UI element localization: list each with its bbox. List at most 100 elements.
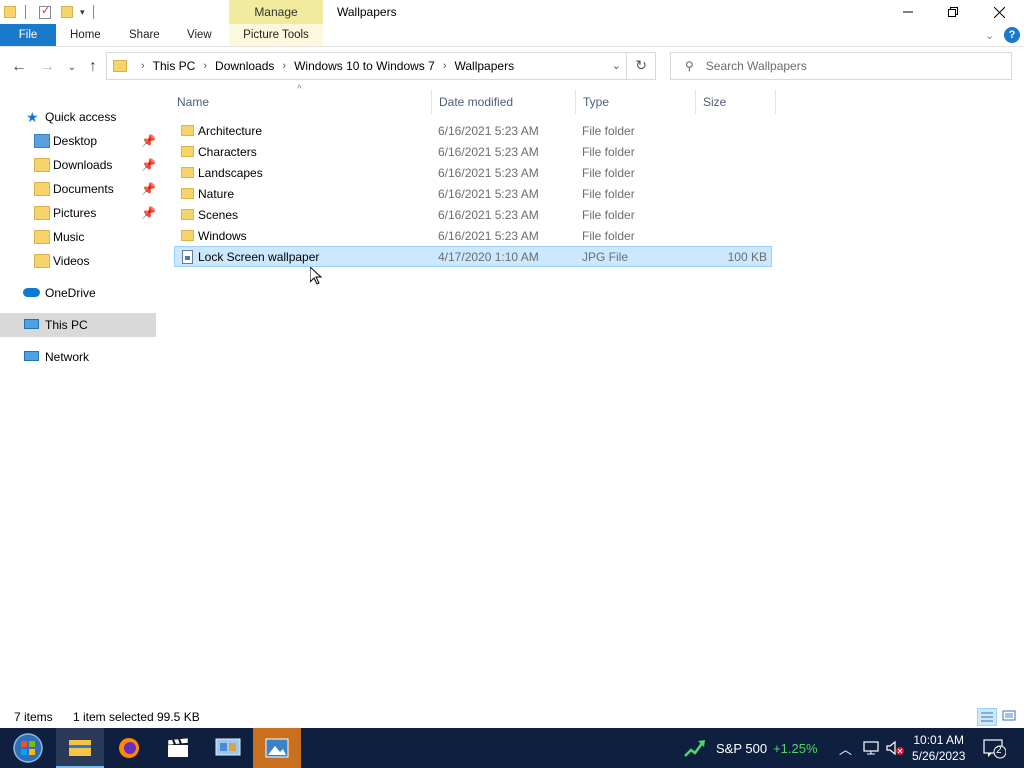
table-row[interactable]: Architecture 6/16/2021 5:23 AM File fold… [174, 120, 772, 141]
forward-button[interactable]: → [38, 58, 56, 76]
taskbar-file-explorer[interactable] [56, 728, 104, 768]
pin-icon: 📌 [141, 134, 156, 148]
file-type: File folder [582, 144, 635, 159]
folder-icon [181, 209, 194, 220]
nav-label: Pictures [53, 206, 97, 220]
nav-label: This PC [45, 318, 88, 332]
taskbar: S&P 500 +1.25% ︿ 10:01 AM 5/26/2023 2 [0, 728, 1024, 768]
column-date-modified[interactable]: Date modified [432, 90, 576, 114]
expand-ribbon-button[interactable]: ⌄ [985, 27, 994, 43]
navigation-pane: ★ Quick access Desktop 📌 Downloads 📌 Doc… [0, 86, 156, 706]
table-row-selected[interactable]: Lock Screen wallpaper 4/17/2020 1:10 AM … [174, 246, 772, 267]
details-view-button[interactable] [977, 708, 997, 726]
nav-network[interactable]: Network [0, 345, 156, 369]
nav-documents[interactable]: Documents 📌 [0, 177, 156, 201]
star-icon: ★ [26, 108, 39, 125]
stock-change: +1.25% [773, 740, 818, 756]
volume-tray-button[interactable] [885, 728, 905, 768]
selection-count: 1 item selected [73, 710, 154, 724]
title-bar [0, 0, 1024, 24]
clock-date: 5/26/2023 [912, 749, 966, 763]
column-size[interactable]: Size [696, 90, 776, 114]
videos-folder-icon [34, 254, 50, 268]
stock-widget[interactable]: S&P 500 +1.25% [684, 728, 818, 768]
search-box[interactable]: ⚲ Search Wallpapers [670, 52, 1012, 80]
nav-music[interactable]: Music [0, 225, 156, 249]
tab-view[interactable]: View [187, 24, 212, 46]
column-name[interactable]: Name [170, 90, 432, 114]
arrow-up-icon: ↑ [89, 58, 97, 75]
back-button[interactable]: ← [10, 58, 28, 76]
volume-muted-icon [886, 740, 904, 756]
up-button[interactable]: ↑ [84, 58, 102, 76]
restore-button[interactable] [930, 0, 976, 24]
file-type: File folder [582, 186, 635, 201]
nav-desktop[interactable]: Desktop 📌 [0, 129, 156, 153]
nav-downloads[interactable]: Downloads 📌 [0, 153, 156, 177]
table-row[interactable]: Windows 6/16/2021 5:23 AM File folder [174, 225, 772, 246]
nav-quick-access[interactable]: ★ Quick access [0, 105, 156, 129]
pin-icon: 📌 [141, 182, 156, 196]
nav-onedrive[interactable]: OneDrive [0, 281, 156, 305]
taskbar-control-panel[interactable] [204, 728, 252, 768]
chevron-right-icon[interactable]: › [203, 60, 207, 72]
file-type: File folder [582, 123, 635, 138]
file-type: JPG File [582, 249, 629, 264]
file-type: File folder [582, 165, 635, 180]
recent-locations-button[interactable]: ⌄ [63, 58, 81, 76]
search-icon: ⚲ [685, 59, 694, 73]
network-tray-button[interactable] [862, 728, 880, 768]
tab-manage[interactable]: Manage [229, 0, 323, 24]
action-center-button[interactable]: 2 [982, 728, 1006, 768]
chevron-right-icon[interactable]: › [282, 60, 286, 72]
table-row[interactable]: Characters 6/16/2021 5:23 AM File folder [174, 141, 772, 162]
minimize-button[interactable] [885, 0, 931, 24]
chevron-right-icon[interactable]: › [443, 60, 447, 72]
taskbar-video-editor[interactable] [154, 728, 202, 768]
tab-share[interactable]: Share [129, 24, 160, 46]
close-button[interactable] [976, 0, 1022, 24]
tab-picture-tools[interactable]: Picture Tools [229, 24, 323, 46]
breadcrumb-wallpapers[interactable]: Wallpapers [454, 59, 514, 73]
chevron-down-icon: ⌄ [985, 29, 995, 42]
table-row[interactable]: Scenes 6/16/2021 5:23 AM File folder [174, 204, 772, 225]
new-folder-icon[interactable] [61, 6, 73, 18]
nav-label: Music [53, 230, 85, 244]
qat-separator [92, 5, 94, 19]
status-bar: 7 items 1 item selected 99.5 KB [0, 706, 1024, 728]
nav-pictures[interactable]: Pictures 📌 [0, 201, 156, 225]
large-icons-view-button[interactable] [1000, 708, 1020, 726]
refresh-icon[interactable]: ↻ [635, 57, 647, 74]
start-button[interactable] [4, 728, 52, 768]
show-hidden-icons-button[interactable]: ︿ [839, 728, 852, 768]
qat-dropdown-icon[interactable]: ▾ [80, 7, 85, 18]
help-button[interactable]: ? [1004, 27, 1020, 43]
address-bar[interactable]: › This PC › Downloads › Windows 10 to Wi… [106, 52, 656, 80]
file-name: Scenes [198, 207, 239, 222]
folder-icon [181, 167, 194, 178]
tab-file[interactable]: File [0, 24, 56, 46]
folder-icon [181, 125, 194, 136]
folder-icon [4, 6, 16, 18]
breadcrumb-downloads[interactable]: Downloads [215, 59, 274, 73]
clock[interactable]: 10:01 AM 5/26/2023 [912, 728, 965, 768]
table-row[interactable]: Landscapes 6/16/2021 5:23 AM File folder [174, 162, 772, 183]
nav-this-pc[interactable]: This PC [0, 313, 156, 337]
address-history-dropdown-icon[interactable]: ⌄ [612, 59, 621, 72]
taskbar-photos[interactable] [253, 728, 301, 768]
tab-home[interactable]: Home [70, 24, 101, 46]
nav-label: Downloads [53, 158, 113, 172]
properties-icon[interactable] [39, 4, 51, 19]
nav-videos[interactable]: Videos [0, 249, 156, 273]
column-type[interactable]: Type [576, 90, 696, 114]
mouse-cursor-icon [310, 267, 322, 285]
window-title: Wallpapers [337, 5, 397, 19]
chevron-up-icon: ︿ [839, 741, 853, 757]
table-row[interactable]: Nature 6/16/2021 5:23 AM File folder [174, 183, 772, 204]
breadcrumb-this-pc[interactable]: This PC [153, 59, 196, 73]
qat-separator [25, 5, 26, 19]
breadcrumb-windows-10-to-7[interactable]: Windows 10 to Windows 7 [294, 59, 435, 73]
nav-label: Desktop [53, 134, 98, 148]
taskbar-firefox[interactable] [105, 728, 153, 768]
selection-size: 99.5 KB [157, 710, 200, 724]
